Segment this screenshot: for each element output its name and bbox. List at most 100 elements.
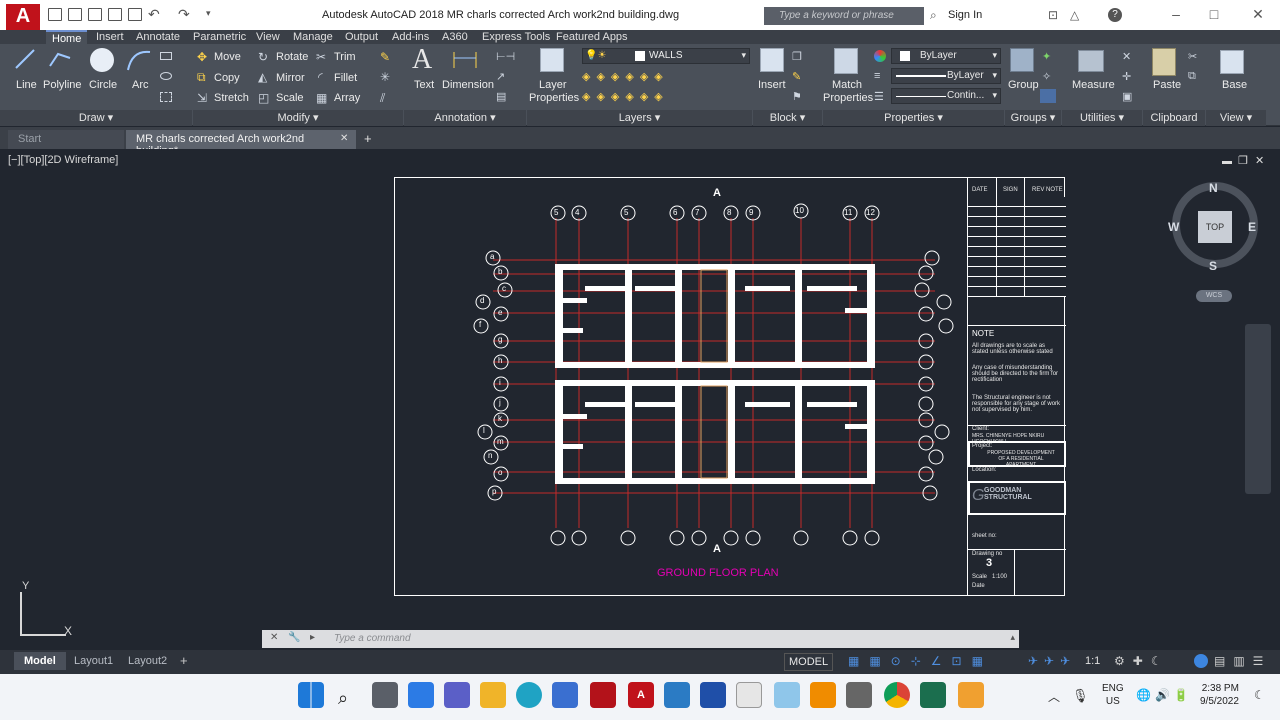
revit-icon[interactable] [700, 682, 726, 708]
viewport-minimize-icon[interactable]: ▬ [1222, 156, 1232, 167]
tab-parametric[interactable]: Parametric [187, 30, 252, 44]
sign-in-link[interactable]: Sign In [948, 9, 982, 21]
color-dropdown[interactable]: ByLayer ▾ [891, 48, 1001, 64]
minimize-icon[interactable]: – [1168, 6, 1184, 22]
copy-clip-icon[interactable]: ⧉ [1188, 70, 1196, 83]
annotation-icons[interactable]: ✈✈✈ [1028, 654, 1076, 668]
cart-icon[interactable]: ⊡ [1048, 8, 1058, 22]
properties-panel-title[interactable]: Properties ▾ [823, 110, 1004, 126]
command-line[interactable]: ✕ 🔧 ▸ Type a command ▴ [262, 630, 1019, 648]
text-icon[interactable]: A [412, 44, 432, 76]
line-button[interactable]: Line [16, 79, 37, 91]
tab-home[interactable]: Home [46, 30, 88, 45]
clock[interactable]: 2:38 PM 9/5/2022 [1200, 682, 1239, 708]
viewcube-top-face[interactable]: TOP [1198, 211, 1232, 243]
dimension-button[interactable]: Dimension [442, 79, 494, 91]
search-input[interactable]: Type a keyword or phrase [774, 7, 924, 25]
arc-icon[interactable] [126, 48, 152, 72]
navigation-bar[interactable] [1245, 324, 1271, 494]
windows-start-icon[interactable] [298, 682, 324, 708]
leader-icon[interactable]: ↗ [496, 70, 505, 83]
app-green-icon[interactable] [920, 682, 946, 708]
insert-block-icon[interactable] [760, 48, 784, 72]
quick-select-icon[interactable]: ✕ [1122, 50, 1131, 63]
status-tools-icons[interactable]: ▤▥☰ [1214, 654, 1271, 668]
tab-annotate[interactable]: Annotate [130, 30, 186, 44]
app-red-icon[interactable] [590, 682, 616, 708]
autocad-taskbar-icon[interactable]: A [628, 682, 654, 708]
stretch-button[interactable]: Stretch [214, 92, 249, 104]
tab-view[interactable]: View [250, 30, 286, 44]
workspace-icons[interactable]: ⚙✚☾ [1114, 654, 1170, 668]
settings-icon[interactable] [846, 682, 872, 708]
new-tab-icon[interactable]: + [364, 131, 372, 146]
layer-properties-label-1[interactable]: Layer [539, 79, 567, 91]
block-panel-title[interactable]: Block ▾ [753, 110, 822, 126]
group-select-icon[interactable] [1040, 89, 1056, 103]
save-as-icon[interactable] [108, 8, 122, 21]
match-properties-label-2[interactable]: Properties [823, 92, 873, 104]
move-button[interactable]: Move [214, 51, 241, 63]
polyline-button[interactable]: Polyline [43, 79, 82, 91]
plot-icon[interactable] [128, 8, 142, 21]
base-button[interactable]: Base [1222, 79, 1247, 91]
layer-properties-label-2[interactable]: Properties [529, 92, 579, 104]
tab-express-tools[interactable]: Express Tools [476, 30, 556, 44]
viewport-controls[interactable]: [−][Top][2D Wireframe] [8, 154, 118, 166]
tab-manage[interactable]: Manage [287, 30, 339, 44]
help-icon[interactable]: ? [1108, 8, 1122, 22]
chevron-up-icon[interactable]: ︿ [1048, 688, 1060, 705]
dimension-icon[interactable] [452, 48, 478, 70]
system-tray-icons[interactable]: 🌐🔊🔋 [1136, 688, 1193, 702]
text-button[interactable]: Text [414, 79, 434, 91]
base-view-icon[interactable] [1220, 50, 1244, 74]
edge-icon[interactable] [516, 682, 542, 708]
scale-button[interactable]: Scale [276, 92, 304, 104]
vlc-icon[interactable] [810, 682, 836, 708]
layout-tab-model[interactable]: Model [14, 652, 66, 670]
binoculars-icon[interactable]: ⌕ [930, 8, 937, 23]
language-indicator[interactable]: ENG US [1102, 682, 1124, 708]
tab-insert[interactable]: Insert [90, 30, 130, 44]
draw-panel-title[interactable]: Draw ▾ [0, 110, 192, 126]
photos-icon[interactable] [664, 682, 690, 708]
arc-button[interactable]: Arc [132, 79, 149, 91]
start-tab[interactable]: Start [8, 130, 124, 149]
close-icon[interactable]: ✕ [270, 632, 278, 643]
rotate-button[interactable]: Rotate [276, 51, 308, 63]
viewport-close-icon[interactable]: ✕ [1255, 154, 1264, 167]
line-icon[interactable] [14, 48, 36, 70]
insert-button[interactable]: Insert [758, 79, 786, 91]
wcs-menu[interactable]: WCS [1196, 290, 1232, 302]
attribute-icon[interactable]: ⚑ [792, 90, 802, 103]
close-icon[interactable]: ✕ [1250, 6, 1266, 22]
explode-icon[interactable]: ✳ [380, 70, 390, 84]
qat-dropdown-icon[interactable]: ▾ [206, 8, 211, 19]
circle-icon[interactable] [90, 48, 114, 72]
groups-panel-title[interactable]: Groups ▾ [1005, 110, 1061, 126]
layer-tools-row-2[interactable]: ◈◈◈◈◈◈ [582, 90, 669, 103]
command-history-icon[interactable]: ▴ [1010, 632, 1015, 643]
copy-button[interactable]: Copy [214, 72, 240, 84]
app-icon[interactable] [736, 682, 762, 708]
compass-east[interactable]: E [1248, 220, 1256, 234]
close-tab-icon[interactable]: ✕ [340, 133, 348, 144]
cut-icon[interactable]: ✂ [1188, 50, 1197, 63]
undo-icon[interactable]: ↶ [148, 6, 160, 23]
polyline-icon[interactable] [48, 48, 72, 70]
teams-icon[interactable] [444, 682, 470, 708]
exchange-icon[interactable]: △ [1070, 8, 1079, 22]
layer-dropdown[interactable]: 💡☀ WALLS ▾ [582, 48, 750, 64]
array-button[interactable]: Array [334, 92, 360, 104]
isolate-objects-icon[interactable] [1194, 654, 1208, 668]
drawing-tab[interactable]: MR charls corrected Arch work2nd buildin… [126, 130, 356, 157]
viewport-restore-icon[interactable]: ❐ [1238, 154, 1248, 167]
layout-tab-layout2[interactable]: Layout2 [118, 652, 177, 670]
layer-properties-icon[interactable] [540, 48, 564, 72]
mirror-button[interactable]: Mirror [276, 72, 305, 84]
tab-a360[interactable]: A360 [436, 30, 474, 44]
compass-south[interactable]: S [1209, 259, 1217, 273]
open-icon[interactable] [68, 8, 82, 21]
microphone-icon[interactable]: 🎙 [1072, 688, 1089, 704]
search-icon[interactable]: ⌕ [338, 688, 348, 709]
